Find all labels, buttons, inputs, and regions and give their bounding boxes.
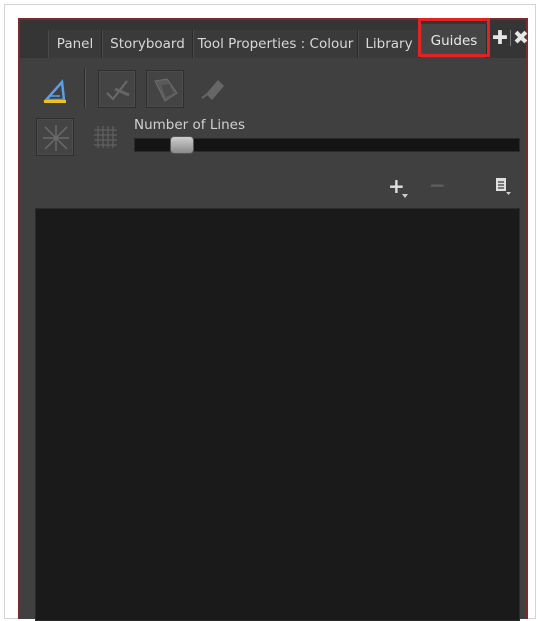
add-guide-icon[interactable]: + [388,176,405,196]
vanishing-lines-icon [43,125,69,151]
toolbar-separator [84,68,86,108]
number-of-lines-slider-handle[interactable] [170,136,195,154]
tab-storyboard[interactable]: Storyboard [102,30,193,58]
tab-controls-separator [510,30,511,46]
perspective-snap-icon [106,80,130,101]
close-icon[interactable]: ✖ [513,28,529,48]
add-guide-dropdown-caret [402,194,408,198]
triangle-ruler-icon [43,79,66,103]
guides-view-window: Panel Storyboard Tool Properties : Colou… [18,18,529,621]
vanishing-lines-button[interactable] [36,118,74,156]
perspective-shade-button[interactable] [146,70,184,108]
tab-library[interactable]: Library [358,30,420,58]
remove-guide-icon[interactable]: − [429,175,446,195]
triangle-ruler-button[interactable] [36,70,74,108]
tab-bar: Panel Storyboard Tool Properties : Colou… [20,18,529,58]
tab-guides[interactable]: Guides [421,24,487,58]
plus-icon[interactable]: ✚ [492,28,508,48]
edit-pen-icon [201,80,224,100]
edit-pen-button[interactable] [194,70,232,108]
tab-panel[interactable]: Panel [48,30,102,58]
tab-tool-properties-colour[interactable]: Tool Properties : Colour [193,30,358,58]
perspective-shade-icon [154,78,178,102]
guide-menu-icon[interactable] [494,176,512,196]
number-of-lines-label: Number of Lines [134,117,245,133]
guides-list[interactable] [35,208,520,621]
grid-button[interactable] [86,118,124,156]
grid-icon [94,126,117,148]
perspective-snap-button[interactable] [98,70,136,108]
